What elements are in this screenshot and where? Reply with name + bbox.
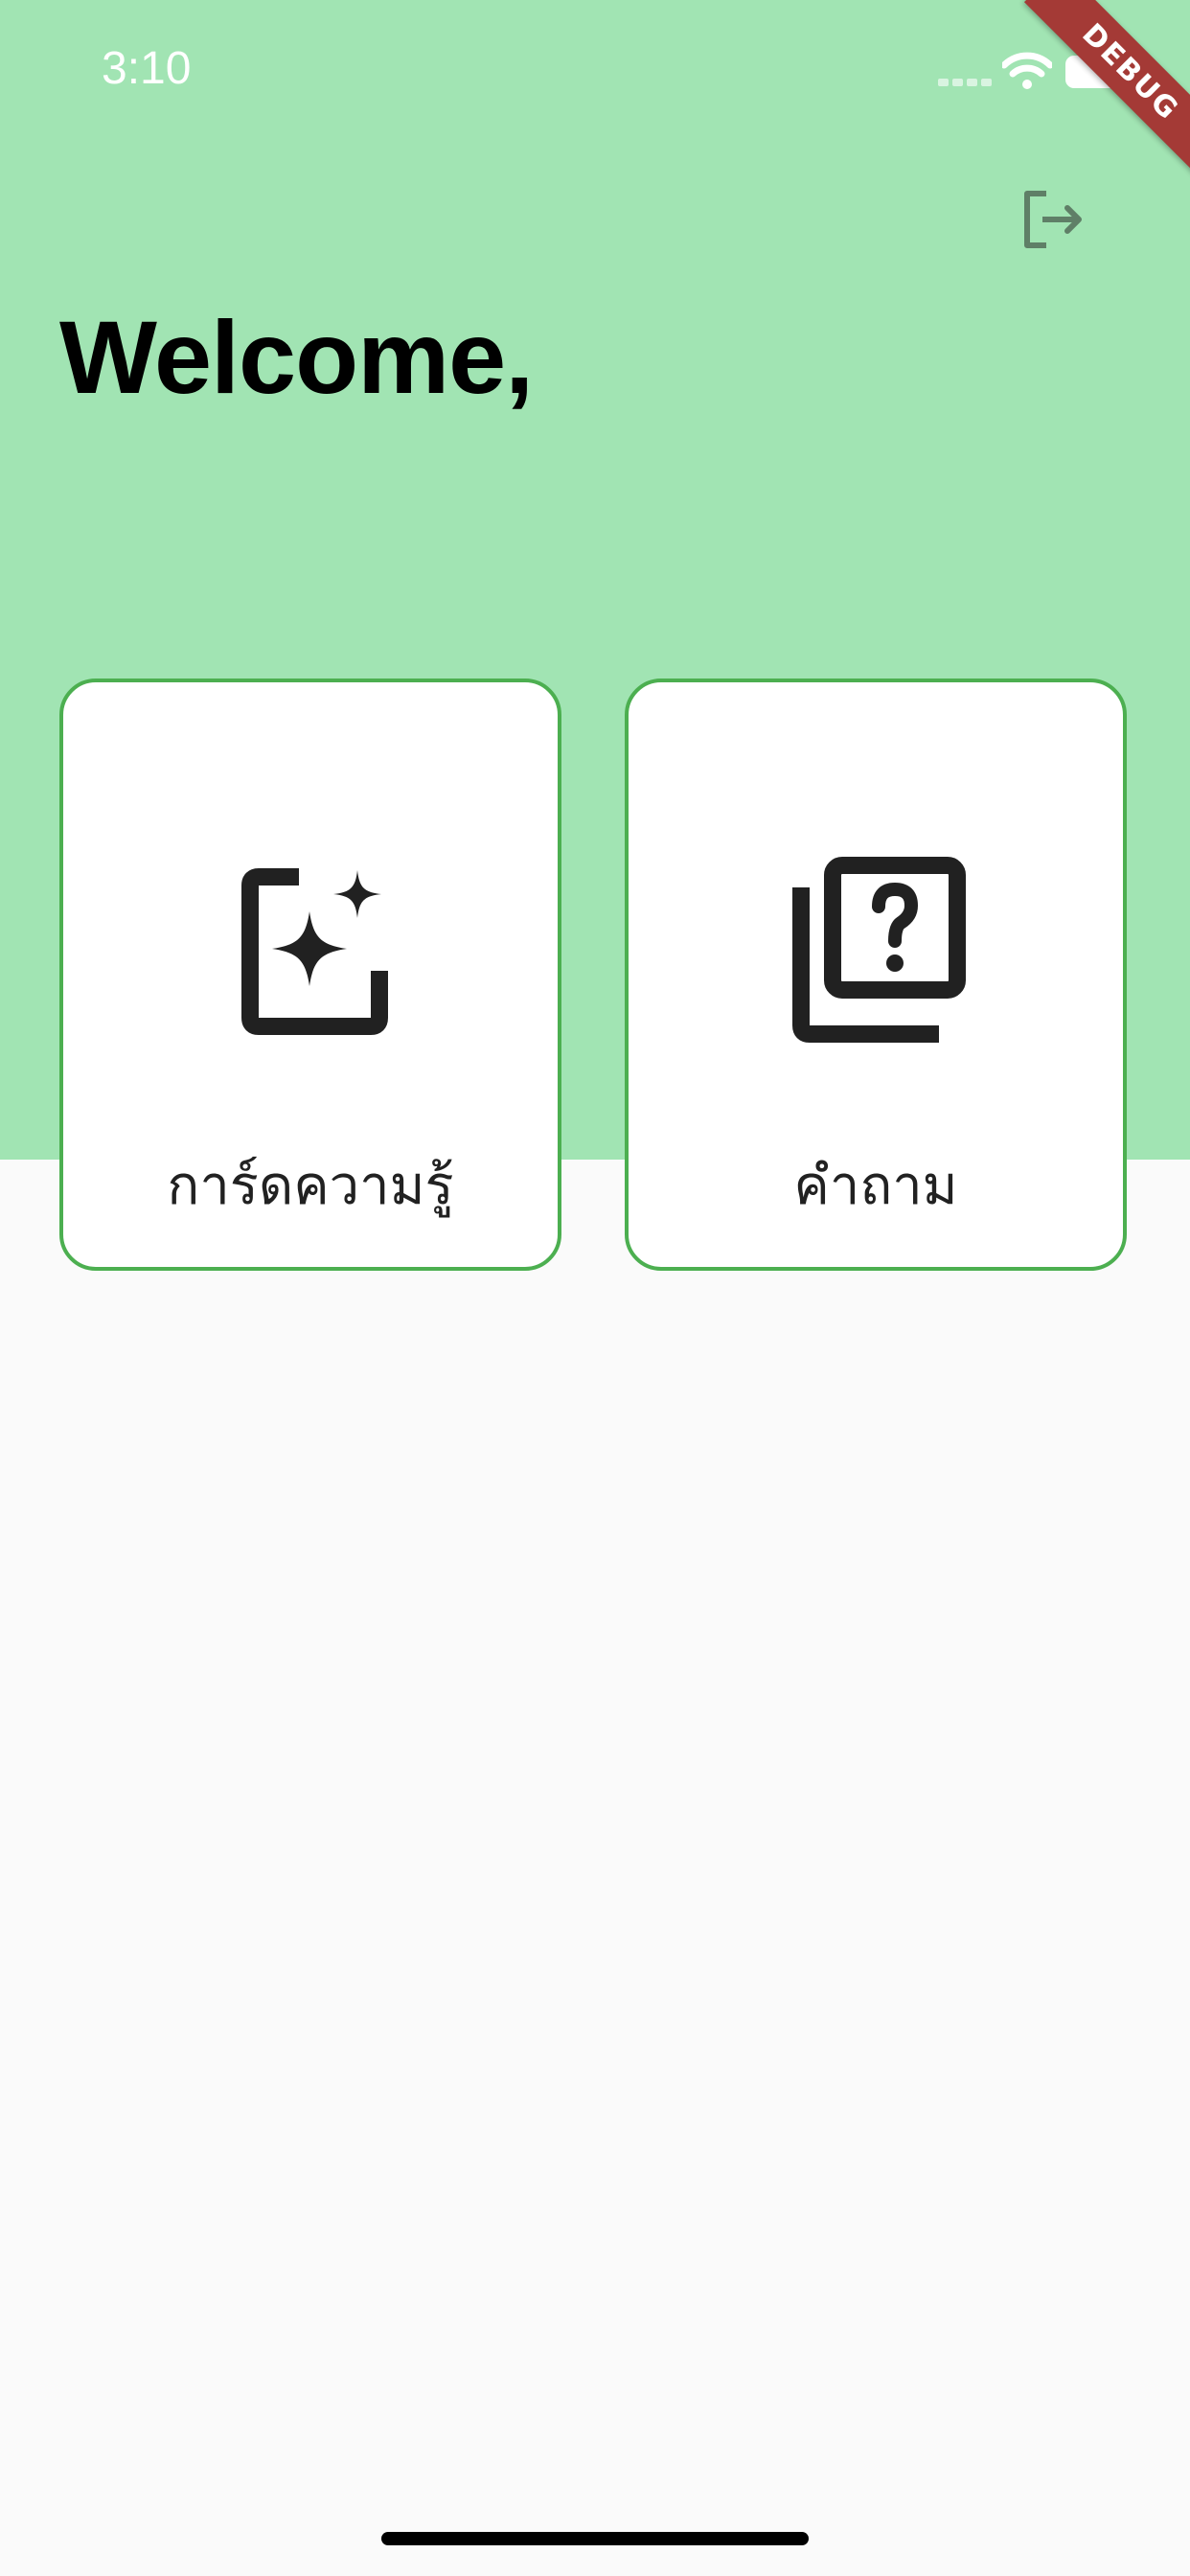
logout-button[interactable] [1016,184,1088,257]
question-card-label: คำถาม [793,1155,958,1217]
status-time: 3:10 [102,43,192,94]
knowledge-card-button[interactable]: การ์ดความรู้ [59,678,561,1271]
question-library-icon [792,857,966,1043]
question-card-button[interactable]: คำถาม [625,678,1127,1271]
welcome-title: Welcome, [59,299,534,415]
auto-awesome-frame-icon [241,868,388,1035]
cellular-signal-icon [938,79,992,88]
logout-icon [1024,191,1082,248]
wifi-icon [1002,52,1052,89]
home-indicator[interactable] [381,2532,809,2545]
knowledge-card-label: การ์ดความรู้ [167,1155,454,1217]
